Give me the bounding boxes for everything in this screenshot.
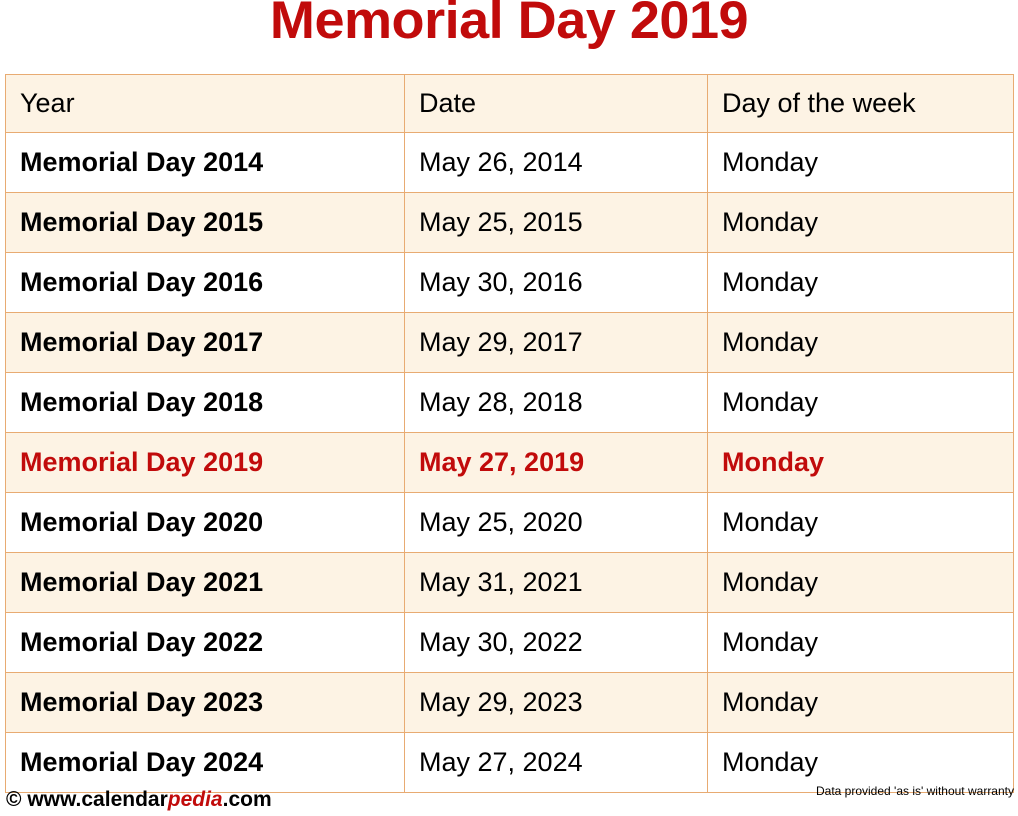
disclaimer-text: Data provided 'as is' without warranty [815, 784, 1014, 798]
cell-year: Memorial Day 2014 [5, 132, 405, 193]
memorial-day-table: Year Date Day of the week Memorial Day 2… [5, 74, 1014, 793]
cell-date: May 27, 2019 [404, 432, 708, 493]
cell-day: Monday [707, 492, 1014, 553]
cell-year: Memorial Day 2022 [5, 612, 405, 673]
table-row: Memorial Day 2020 May 25, 2020 Monday [5, 492, 1014, 553]
copyright-icon: © [6, 788, 22, 811]
cell-date: May 25, 2020 [404, 492, 708, 553]
table-row: Memorial Day 2017 May 29, 2017 Monday [5, 312, 1014, 373]
cell-year: Memorial Day 2020 [5, 492, 405, 553]
cell-year: Memorial Day 2018 [5, 372, 405, 433]
cell-date: May 27, 2024 [404, 732, 708, 793]
table-row: Memorial Day 2021 May 31, 2021 Monday [5, 552, 1014, 613]
cell-date: May 28, 2018 [404, 372, 708, 433]
table-row: Memorial Day 2018 May 28, 2018 Monday [5, 372, 1014, 433]
cell-date: May 30, 2022 [404, 612, 708, 673]
cell-date: May 29, 2017 [404, 312, 708, 373]
cell-date: May 26, 2014 [404, 132, 708, 193]
site-credit: © www.calendarpedia.com [6, 788, 272, 812]
cell-date: May 31, 2021 [404, 552, 708, 613]
cell-day: Monday [707, 612, 1014, 673]
cell-year: Memorial Day 2024 [5, 732, 405, 793]
table-header-row: Year Date Day of the week [5, 74, 1014, 133]
column-header-date: Date [404, 74, 708, 133]
table-row: Memorial Day 2022 May 30, 2022 Monday [5, 612, 1014, 673]
column-header-year: Year [5, 74, 405, 133]
cell-date: May 30, 2016 [404, 252, 708, 313]
cell-year: Memorial Day 2023 [5, 672, 405, 733]
cell-day: Monday [707, 372, 1014, 433]
table-header: Year Date Day of the week [5, 74, 1014, 133]
site-url-brand: pedia [167, 788, 223, 811]
table-row: Memorial Day 2016 May 30, 2016 Monday [5, 252, 1014, 313]
table-row: Memorial Day 2015 May 25, 2015 Monday [5, 192, 1014, 253]
cell-day: Monday [707, 252, 1014, 313]
cell-day: Monday [707, 312, 1014, 373]
cell-year: Memorial Day 2015 [5, 192, 405, 253]
cell-date: May 25, 2015 [404, 192, 708, 253]
calendar-page: Memorial Day 2019 Year Date Day of the w… [0, 0, 1018, 816]
cell-year: Memorial Day 2017 [5, 312, 405, 373]
footer: © www.calendarpedia.com Data provided 'a… [0, 784, 1018, 816]
cell-day: Monday [707, 192, 1014, 253]
cell-date: May 29, 2023 [404, 672, 708, 733]
cell-year: Memorial Day 2019 [5, 432, 405, 493]
cell-year: Memorial Day 2021 [5, 552, 405, 613]
cell-day: Monday [707, 432, 1014, 493]
table-body: Memorial Day 2014 May 26, 2014 Monday Memor… [5, 132, 1014, 793]
cell-day: Monday [707, 552, 1014, 613]
cell-day: Monday [707, 132, 1014, 193]
table-row: Memorial Day 2014 May 26, 2014 Monday [5, 132, 1014, 193]
table-row: Memorial Day 2023 May 29, 2023 Monday [5, 672, 1014, 733]
cell-year: Memorial Day 2016 [5, 252, 405, 313]
site-url-suffix: .com [222, 788, 272, 811]
cell-day: Monday [707, 672, 1014, 733]
page-title: Memorial Day 2019 [269, 0, 749, 50]
column-header-day: Day of the week [707, 74, 1014, 133]
table-row: Memorial Day 2019 May 27, 2019 Monday [5, 432, 1014, 493]
site-url-prefix: www.calendar [21, 788, 168, 811]
